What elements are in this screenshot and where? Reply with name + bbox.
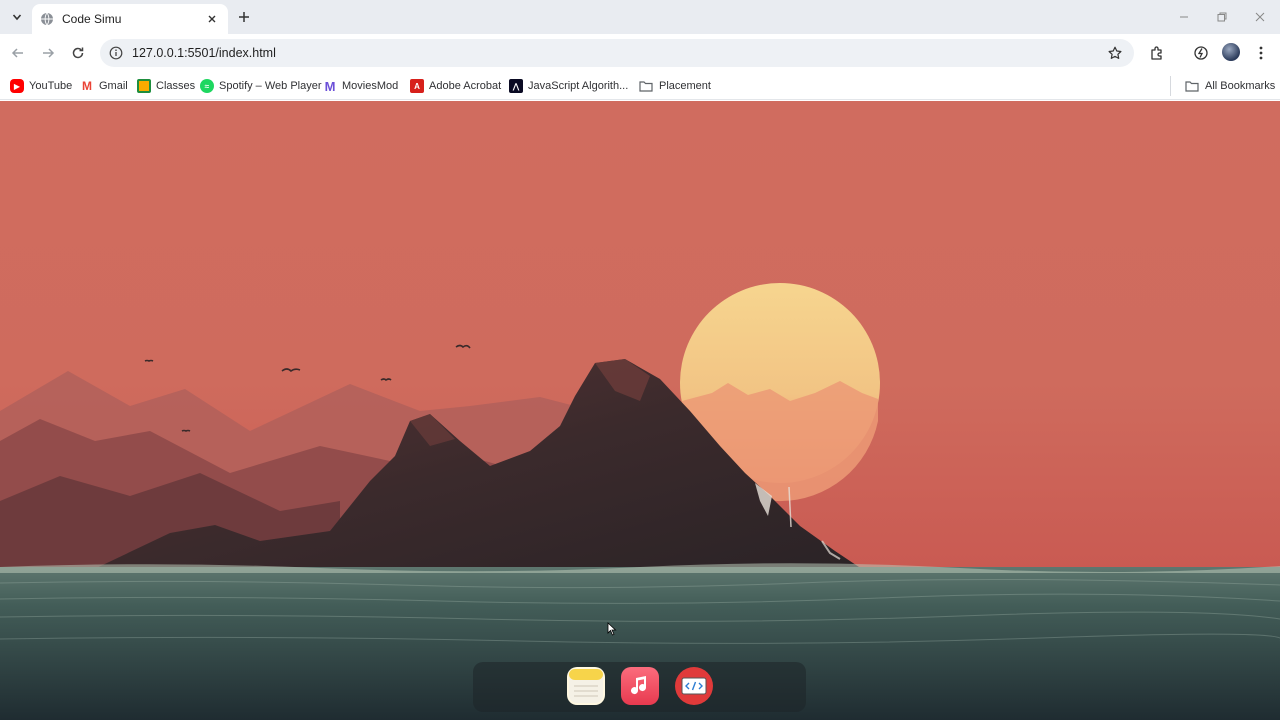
bookmark-folder-placement[interactable]: Placement	[638, 77, 711, 95]
moviesmod-icon: M	[324, 78, 336, 94]
tab-title: Code Simu	[62, 12, 122, 26]
close-icon	[208, 15, 216, 23]
bookmarks-separator	[1170, 76, 1171, 96]
spotify-icon: ≈	[200, 79, 214, 93]
page-viewport	[0, 101, 1280, 720]
bookmark-adobe-acrobat[interactable]: A Adobe Acrobat	[410, 77, 501, 95]
bookmark-javascript-algorithms[interactable]: ⋀ JavaScript Algorith...	[509, 77, 628, 95]
freecodecamp-icon: ⋀	[509, 79, 523, 93]
speed-icon	[1194, 46, 1208, 60]
tab-close-button[interactable]	[204, 11, 220, 27]
gmail-icon: M	[82, 79, 92, 93]
tab-strip: Code Simu	[0, 0, 1280, 34]
url-text[interactable]: 127.0.0.1:5501/index.html	[132, 46, 1104, 60]
all-bookmarks-button[interactable]: All Bookmarks	[1184, 77, 1275, 95]
bookmarks-bar: ▶ YouTube M Gmail Classes ≈ Spotify – We…	[0, 72, 1280, 100]
music-app-icon[interactable]	[621, 667, 659, 705]
arrow-left-icon	[11, 48, 23, 58]
extensions-button[interactable]	[1146, 42, 1168, 64]
mouse-cursor-icon	[607, 622, 617, 636]
tab-search-button[interactable]	[6, 6, 28, 28]
chevron-down-icon	[12, 14, 22, 21]
new-tab-button[interactable]	[234, 7, 254, 27]
classroom-icon	[137, 79, 151, 93]
restore-icon	[1217, 12, 1227, 22]
more-vertical-icon	[1259, 46, 1263, 60]
restore-button[interactable]	[1210, 6, 1234, 28]
bookmark-youtube[interactable]: ▶ YouTube	[10, 77, 72, 95]
minimize-button[interactable]	[1172, 6, 1196, 28]
bookmark-moviesmod[interactable]: M MoviesMod	[323, 77, 399, 95]
youtube-icon: ▶	[10, 79, 24, 93]
star-icon	[1108, 46, 1122, 59]
puzzle-icon	[1151, 46, 1162, 60]
plus-icon	[239, 12, 249, 22]
profile-avatar[interactable]	[1222, 43, 1240, 61]
folder-icon	[638, 79, 654, 93]
minimize-icon	[1180, 16, 1188, 18]
bookmark-classes[interactable]: Classes	[137, 77, 195, 95]
performance-button[interactable]	[1190, 42, 1212, 64]
notes-app-icon[interactable]	[567, 667, 605, 705]
reload-icon	[72, 47, 84, 59]
menu-button[interactable]	[1250, 42, 1272, 64]
bookmark-star-button[interactable]	[1104, 42, 1126, 64]
close-icon	[1255, 12, 1265, 22]
back-button[interactable]	[6, 41, 30, 65]
active-tab[interactable]: Code Simu	[32, 4, 228, 34]
browser-toolbar: 127.0.0.1:5501/index.html	[0, 34, 1280, 72]
reload-button[interactable]	[66, 41, 90, 65]
folder-icon	[1184, 79, 1200, 93]
address-bar[interactable]: 127.0.0.1:5501/index.html	[100, 39, 1134, 67]
bookmark-spotify[interactable]: ≈ Spotify – Web Player	[200, 77, 322, 95]
globe-icon	[41, 12, 53, 26]
site-info-icon[interactable]	[108, 45, 124, 61]
arrow-right-icon	[43, 48, 55, 58]
acrobat-icon: A	[410, 79, 424, 93]
close-window-button[interactable]	[1248, 6, 1272, 28]
wallpaper	[0, 101, 1280, 720]
bookmark-gmail[interactable]: M Gmail	[80, 77, 128, 95]
forward-button[interactable]	[36, 41, 60, 65]
code-editor-app-icon[interactable]	[675, 667, 713, 705]
